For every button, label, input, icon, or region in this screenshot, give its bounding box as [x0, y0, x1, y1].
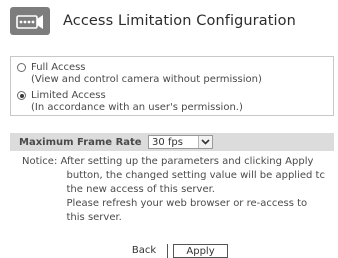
frame-rate-label: Maximum Frame Rate — [19, 136, 142, 148]
apply-button[interactable]: Apply — [173, 244, 228, 258]
notice-text: Notice: After setting up the parameters … — [22, 155, 325, 225]
full-access-label: Full Access — [31, 62, 86, 73]
full-access-description: (View and control camera without permiss… — [31, 74, 262, 85]
back-button[interactable]: Back — [122, 244, 166, 258]
access-options-panel: Full Access (View and control camera wit… — [10, 56, 334, 116]
frame-rate-row: Maximum Frame Rate 30 fps — [10, 133, 334, 151]
chevron-down-icon[interactable] — [198, 136, 212, 148]
notice-line-5: this server. — [66, 212, 122, 223]
full-access-text: Full Access (View and control camera wit… — [31, 62, 262, 86]
notice-line-1: After setting up the parameters and clic… — [60, 156, 314, 167]
limited-access-label: Limited Access — [31, 90, 106, 101]
limited-access-radio[interactable] — [17, 91, 26, 100]
button-divider — [167, 244, 168, 258]
limited-access-text: Limited Access (In accordance with an us… — [31, 90, 243, 114]
frame-rate-value: 30 fps — [152, 136, 183, 148]
page-header: Access Limitation Configuration — [10, 6, 296, 36]
camera-settings-icon — [10, 7, 50, 35]
frame-rate-select[interactable]: 30 fps — [148, 135, 213, 149]
action-buttons: Back Apply — [0, 244, 338, 258]
notice-line-2: button, the changed setting value will b… — [66, 170, 325, 181]
page-title: Access Limitation Configuration — [63, 13, 296, 29]
full-access-radio[interactable] — [17, 63, 26, 72]
full-access-option[interactable]: Full Access (View and control camera wit… — [17, 62, 262, 86]
notice-line-4: Please refresh your web browser or re-ac… — [66, 198, 308, 209]
notice-prefix: Notice: — [22, 156, 61, 167]
limited-access-option[interactable]: Limited Access (In accordance with an us… — [17, 90, 243, 114]
limited-access-description: (In accordance with an user's permission… — [31, 102, 243, 113]
notice-line-3: the new access of this server. — [66, 184, 215, 195]
